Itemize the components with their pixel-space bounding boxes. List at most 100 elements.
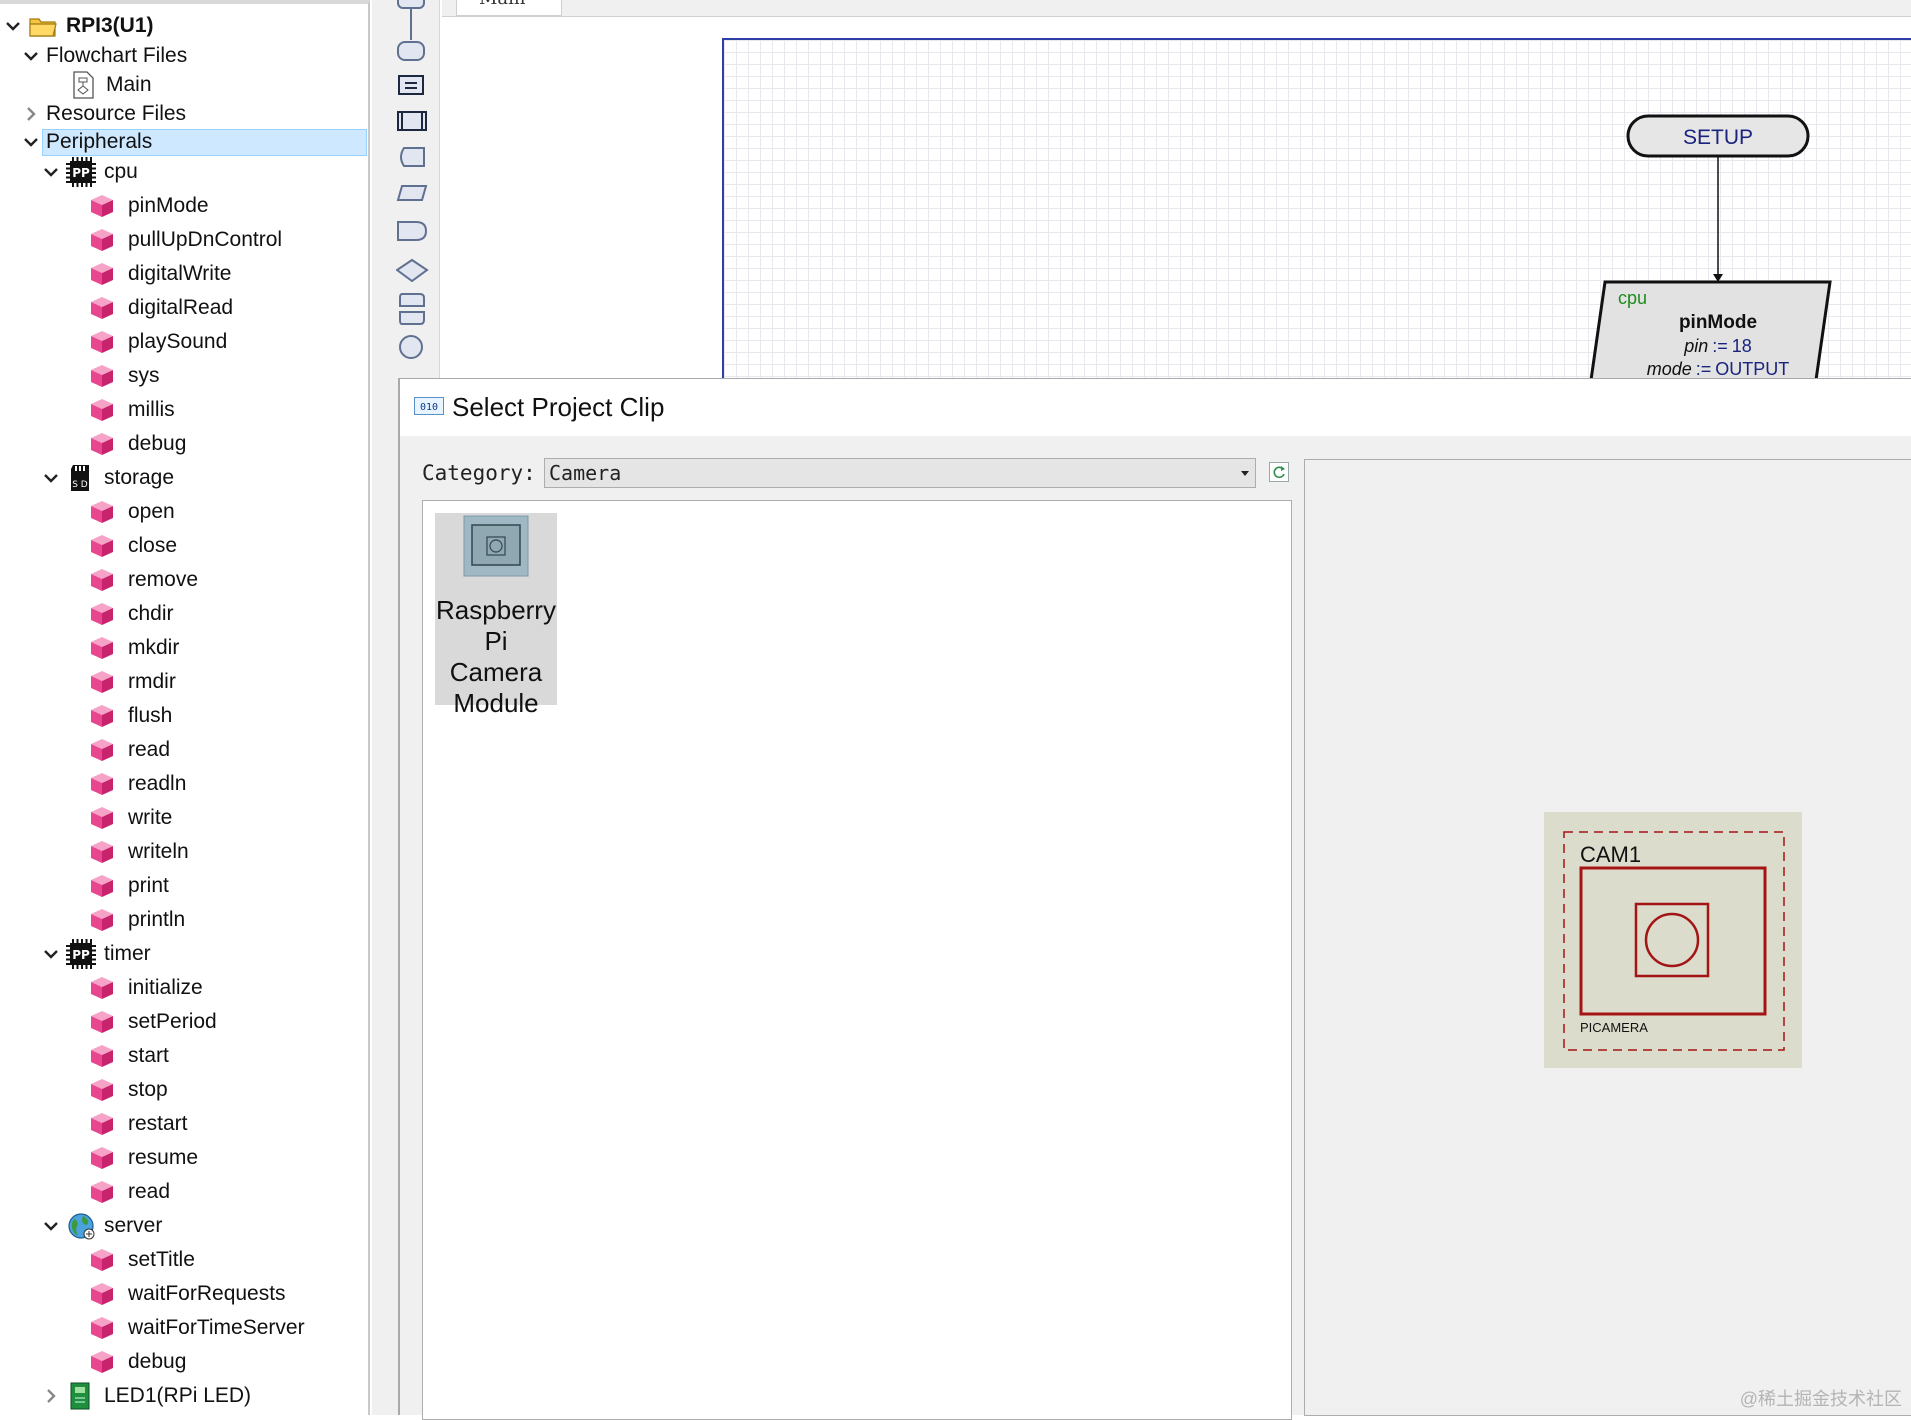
tree-item-storage-remove[interactable]: remove [90,565,198,595]
tree-item-timer-stop[interactable]: stop [90,1075,168,1105]
tree-item-label: read [128,1180,171,1203]
tree-item-label: setPeriod [128,1010,217,1033]
chevron-down-icon[interactable] [42,945,60,963]
io-tool-icon[interactable] [396,184,428,204]
tree-item-timer-setperiod[interactable]: setPeriod [90,1007,217,1037]
svg-text:PP: PP [72,166,90,180]
tree-item-cpu-debug[interactable]: debug [90,429,186,459]
tree-item-cpu-digitalread[interactable]: digitalRead [90,293,233,323]
tree-item-cpu-sys[interactable]: sys [90,361,160,391]
tree-item-label: chdir [128,602,174,625]
tree-item-server-waitforrequests[interactable]: waitForRequests [90,1279,286,1309]
tree-item-storage-write[interactable]: write [90,803,172,833]
method-cube-icon [90,330,114,354]
tree-item-timer-read[interactable]: read [90,1177,170,1207]
led-board-icon [66,1381,96,1411]
tree-item-storage-close[interactable]: close [90,531,177,561]
tree-item-server-waitfortimeserver[interactable]: waitForTimeServer [90,1313,305,1343]
tree-item-label: mkdir [128,636,180,659]
tree-item-resource-files[interactable]: Resource Files [22,99,186,129]
arg-pin-op: := [1712,336,1728,356]
tree-item-storage-open[interactable]: open [90,497,175,527]
flowchart-editor[interactable]: Main SETUP cpu pinMode pin:=18 mode:=OUT… [442,0,1911,380]
tree-item-cpu-pinmode[interactable]: pinMode [90,191,209,221]
tab-main[interactable]: Main [456,0,562,16]
chevron-down-icon[interactable] [22,47,40,65]
method-cube-icon [90,908,114,932]
tree-item-cpu-pullupdncontrol[interactable]: pullUpDnControl [90,225,282,255]
tree-item-flowchart-files[interactable]: Flowchart Files [22,41,187,71]
tree-item-storage-println[interactable]: println [90,905,185,935]
block-arg-mode: mode:= OUTPUT [1647,359,1790,379]
picamera-component-preview: CAM1 PICAMERA [1544,812,1802,1068]
decision-tool-icon[interactable] [396,258,430,284]
select-project-clip-dialog[interactable]: 010 Select Project Clip Category: Camera… [398,378,1911,1420]
connector-tool-icon[interactable] [396,0,428,40]
tree-item-storage-chdir[interactable]: chdir [90,599,174,629]
tree-item-timer-restart[interactable]: restart [90,1109,188,1139]
chevron-down-icon[interactable] [42,469,60,487]
project-tree[interactable]: RPI3(U1) Flowchart Files Main Resource File… [0,0,370,1415]
tree-item-root[interactable]: RPI3(U1) [4,11,154,41]
end-tool-icon[interactable] [396,334,428,362]
tree-item-peripherals[interactable]: Peripherals [22,127,152,157]
category-select[interactable]: Camera [544,458,1256,488]
assignment-tool-icon[interactable] [396,74,428,98]
tree-item-cpu-millis[interactable]: millis [90,395,175,425]
block-arg-pin: pin:= 18 [1683,336,1752,356]
tree-item-server[interactable]: server [42,1211,162,1241]
category-value: Camera [549,461,622,485]
method-cube-icon [90,976,114,1000]
tree-item-storage-read[interactable]: read [90,735,170,765]
tree-item-label: Resource Files [46,102,187,125]
tree-item-storage-print[interactable]: print [90,871,169,901]
method-cube-icon [90,738,114,762]
tree-item-label: flush [128,704,173,727]
tree-item-label: debug [128,1350,187,1373]
event-tool-icon[interactable] [396,220,428,244]
tree-item-storage-mkdir[interactable]: mkdir [90,633,179,663]
tree-item-server-debug[interactable]: debug [90,1347,186,1377]
tree-item-storage[interactable]: S D storage [42,463,174,493]
tree-item-storage-writeln[interactable]: writeln [90,837,189,867]
chevron-down-icon[interactable] [4,17,22,35]
clip-item-raspberry-pi-camera[interactable]: Raspberry Pi Camera Module [435,513,557,718]
tree-item-storage-rmdir[interactable]: rmdir [90,667,176,697]
terminator-tool-icon[interactable] [396,40,428,64]
chevron-right-icon[interactable] [42,1387,60,1405]
method-cube-icon [90,1350,114,1374]
subroutine-tool-icon[interactable] [396,110,428,134]
tree-item-timer[interactable]: PP timer [42,939,151,969]
tree-item-led1[interactable]: LED1(RPi LED) [42,1381,251,1411]
tree-item-main[interactable]: Main [68,70,152,100]
refresh-icon [1273,466,1285,479]
tree-item-timer-resume[interactable]: resume [90,1143,198,1173]
tree-item-storage-readln[interactable]: readln [90,769,186,799]
flowchart-canvas[interactable]: SETUP cpu pinMode pin:= 18 mode:= OUTPUT [722,38,1911,380]
method-cube-icon [90,432,114,456]
tree-item-timer-start[interactable]: start [90,1041,169,1071]
tree-item-timer-initialize[interactable]: initialize [90,973,203,1003]
method-cube-icon [90,704,114,728]
chevron-right-icon[interactable] [22,105,40,123]
delay-tool-icon[interactable] [396,146,428,170]
clip-list[interactable]: Raspberry Pi Camera Module [422,500,1292,1420]
chevron-down-icon[interactable] [22,133,40,151]
chevron-down-icon[interactable] [42,1217,60,1235]
tree-item-server-settitle[interactable]: setTitle [90,1245,195,1275]
tree-item-cpu[interactable]: PP cpu [42,157,138,187]
method-cube-icon [90,1112,114,1136]
tree-item-storage-flush[interactable]: flush [90,701,172,731]
loop-tool-icon[interactable] [396,292,428,328]
refresh-button[interactable] [1269,462,1289,482]
method-cube-icon [90,534,114,558]
tree-item-label: stop [128,1078,168,1101]
method-cube-icon [90,398,114,422]
tree-item-cpu-digitalwrite[interactable]: digitalWrite [90,259,231,289]
tree-item-label: storage [104,466,175,489]
tree-item-label: read [128,738,171,761]
dialog-title-bar[interactable]: 010 Select Project Clip [400,379,1911,436]
tree-item-cpu-playsound[interactable]: playSound [90,327,227,357]
method-cube-icon [90,1146,114,1170]
chevron-down-icon[interactable] [42,163,60,181]
